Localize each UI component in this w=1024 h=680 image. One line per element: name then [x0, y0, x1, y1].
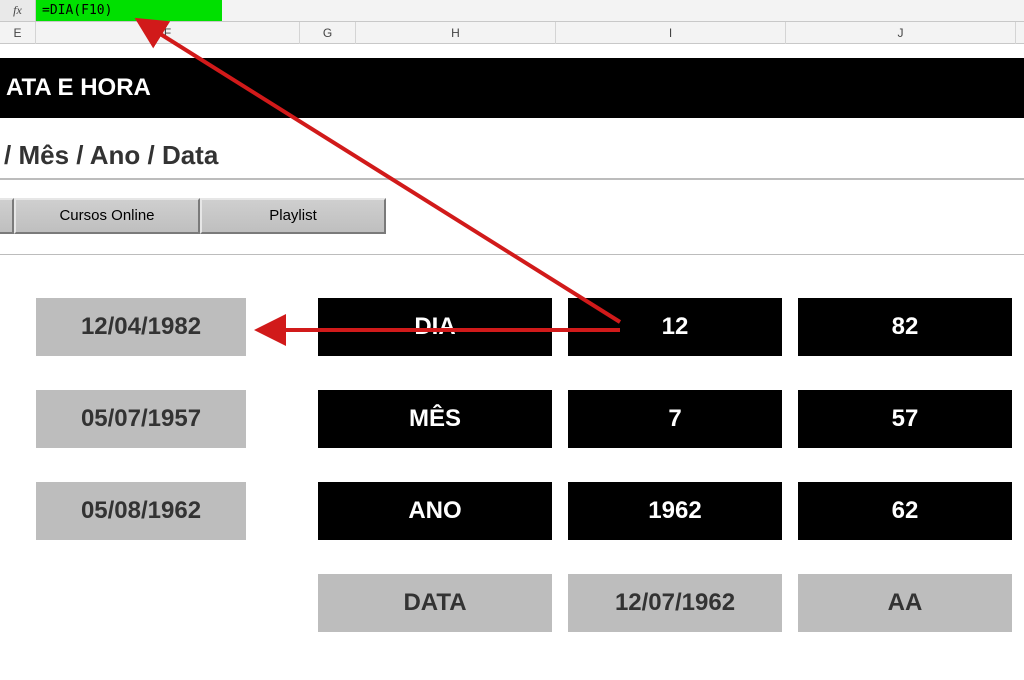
col-I[interactable]: I	[556, 22, 786, 44]
col-E[interactable]: E	[0, 22, 36, 44]
table-row: DATA 12/07/1962 AA	[36, 574, 1012, 632]
section-title-bar: ATA E HORA	[0, 58, 1024, 118]
table-row: 05/08/1962 ANO 1962 62	[36, 482, 1012, 540]
partial-button[interactable]	[0, 198, 14, 234]
cell-label[interactable]: DIA	[318, 298, 552, 356]
page-subtitle: / Mês / Ano / Data	[0, 140, 1024, 180]
table-row: 05/07/1957 MÊS 7 57	[36, 390, 1012, 448]
data-table: 12/04/1982 DIA 12 82 05/07/1957 MÊS 7 57…	[36, 298, 1012, 666]
formula-input[interactable]: =DIA(F10)	[36, 0, 222, 21]
cell-value[interactable]: 12	[568, 298, 782, 356]
cell-value2[interactable]: 82	[798, 298, 1012, 356]
cursos-online-button[interactable]: Cursos Online	[14, 198, 200, 234]
subtitle-text: / Mês / Ano / Data	[4, 140, 218, 170]
spacer	[262, 574, 302, 632]
spacer	[262, 482, 302, 540]
divider	[0, 254, 1024, 255]
cell-value2[interactable]: AA	[798, 574, 1012, 632]
col-G[interactable]: G	[300, 22, 356, 44]
section-title: ATA E HORA	[6, 74, 151, 102]
cell-empty	[36, 574, 246, 632]
cell-date[interactable]: 05/08/1962	[36, 482, 246, 540]
cell-value[interactable]: 7	[568, 390, 782, 448]
cell-value2[interactable]: 62	[798, 482, 1012, 540]
cell-value[interactable]: 12/07/1962	[568, 574, 782, 632]
cell-date[interactable]: 12/04/1982	[36, 298, 246, 356]
fx-icon[interactable]: fx	[0, 0, 36, 21]
cell-date[interactable]: 05/07/1957	[36, 390, 246, 448]
playlist-button[interactable]: Playlist	[200, 198, 386, 234]
column-headers: E F G H I J	[0, 22, 1024, 44]
cell-label[interactable]: MÊS	[318, 390, 552, 448]
cell-label[interactable]: ANO	[318, 482, 552, 540]
formula-bar: fx =DIA(F10)	[0, 0, 1024, 22]
cell-label[interactable]: DATA	[318, 574, 552, 632]
col-H[interactable]: H	[356, 22, 556, 44]
table-row: 12/04/1982 DIA 12 82	[36, 298, 1012, 356]
cell-value[interactable]: 1962	[568, 482, 782, 540]
cell-value2[interactable]: 57	[798, 390, 1012, 448]
col-J[interactable]: J	[786, 22, 1016, 44]
col-F[interactable]: F	[36, 22, 300, 44]
spacer	[262, 298, 302, 356]
button-row: Cursos Online Playlist	[0, 198, 386, 238]
spacer	[262, 390, 302, 448]
